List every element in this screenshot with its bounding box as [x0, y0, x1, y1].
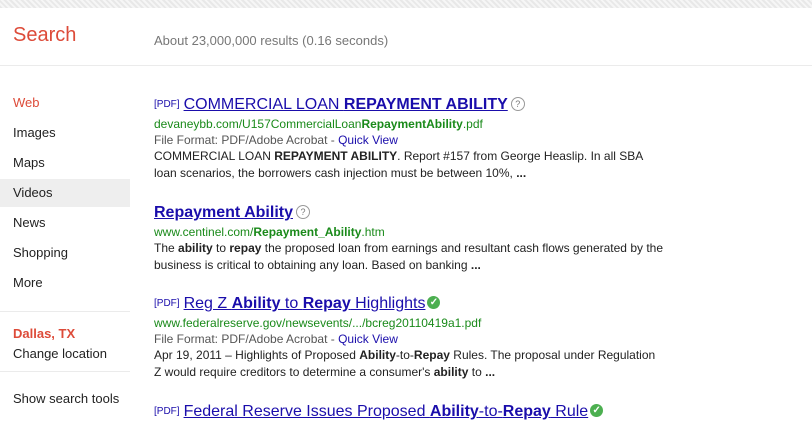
bold-text: ... [485, 365, 496, 379]
verified-icon: ✓ [427, 296, 441, 309]
bold-text: Ability [429, 403, 479, 420]
result-title-line: [PDF] COMMERCIAL LOAN REPAYMENT ABILITY? [154, 95, 664, 114]
pdf-badge: [PDF] [154, 298, 180, 309]
text-segment: Rule [550, 403, 589, 420]
file-format-label: File Format: PDF/Adobe Acrobat - [154, 133, 339, 147]
pdf-badge: [PDF] [154, 406, 180, 417]
sidebar-item-images[interactable]: Images [0, 119, 130, 147]
result-title-link[interactable]: Reg Z Ability to Repay Highlights [184, 295, 426, 312]
text-segment: COMMERCIAL LOAN [154, 149, 275, 163]
result-title-line: Repayment Ability? [154, 203, 664, 222]
top-stripe [0, 0, 812, 8]
text-segment: Highlights [350, 295, 426, 312]
quick-view-link[interactable]: Quick View [338, 332, 398, 346]
page-title: Search [13, 24, 77, 46]
result-stats: About 23,000,000 results (0.16 seconds) [154, 33, 389, 48]
bold-text: Ability [231, 295, 281, 312]
bold-text: Repayment Ability [154, 204, 293, 221]
verified-icon: ✓ [590, 404, 604, 417]
bold-text: ability [433, 365, 469, 379]
bold-text: Ability [359, 348, 396, 362]
result-meta: File Format: PDF/Adobe Acrobat - Quick V… [154, 331, 664, 347]
bold-text: ability [178, 241, 213, 255]
result-title-link[interactable]: COMMERCIAL LOAN REPAYMENT ABILITY [184, 96, 508, 113]
question-icon[interactable]: ? [510, 97, 525, 111]
change-location-link[interactable]: Change location [13, 346, 107, 361]
bold-text: Repayment_Ability [253, 225, 362, 239]
show-search-tools-link[interactable]: Show search tools [13, 391, 119, 406]
result-snippet: The ability to repay the proposed loan f… [154, 240, 664, 274]
text-segment: Federal Reserve Issues Proposed [183, 403, 430, 420]
text-segment: -to- [395, 348, 414, 362]
header: Search About 23,000,000 results (0.16 se… [0, 8, 812, 66]
file-format-label: File Format: PDF/Adobe Acrobat - [154, 332, 339, 346]
search-result: [PDF] COMMERCIAL LOAN REPAYMENT ABILITY? … [154, 95, 664, 182]
bold-text: Repay [502, 403, 551, 420]
result-snippet: Apr 19, 2011 – Highlights of Proposed Ab… [154, 347, 664, 381]
sidebar-item-maps[interactable]: Maps [0, 149, 130, 177]
quick-view-link[interactable]: Quick View [338, 133, 398, 147]
bold-text: ... [516, 166, 527, 180]
result-url: www.federalreserve.gov/newsevents/.../bc… [154, 315, 664, 331]
sidebar-item-more[interactable]: More [0, 269, 130, 297]
result-title-line: [PDF] Federal Reserve Issues Proposed Abi… [154, 402, 664, 421]
result-title-link[interactable]: Federal Reserve Issues Proposed Ability-… [184, 403, 589, 420]
text-segment: .htm [361, 225, 385, 239]
bold-text: Repay [413, 348, 450, 362]
sidebar-item-news[interactable]: News [0, 209, 130, 237]
text-segment: to [212, 241, 230, 255]
result-title-line: [PDF] Reg Z Ability to Repay Highlights ✓ [154, 294, 664, 313]
text-segment: Apr 19, 2011 – Highlights of Proposed [154, 348, 360, 362]
bold-text: ... [470, 258, 481, 272]
text-segment: to [280, 295, 303, 312]
bold-text: RepaymentAbility [361, 117, 463, 131]
search-result: [PDF] Federal Reserve Issues Proposed Abi… [154, 402, 664, 421]
sidebar-item-shopping[interactable]: Shopping [0, 239, 130, 267]
pdf-badge: [PDF] [154, 99, 180, 110]
result-meta: File Format: PDF/Adobe Acrobat - Quick V… [154, 132, 664, 148]
text-segment: COMMERCIAL LOAN [183, 96, 344, 113]
divider [0, 311, 130, 312]
text-segment: Reg Z [183, 295, 232, 312]
bold-text: repay [229, 241, 262, 255]
bold-text: REPAYMENT ABILITY [343, 96, 508, 113]
text-segment: -to- [478, 403, 503, 420]
text-segment: .pdf [462, 117, 483, 131]
question-icon[interactable]: ? [296, 205, 310, 219]
text-segment: devaneybb.com/U157CommercialLoan [154, 117, 362, 131]
result-title-link[interactable]: Repayment Ability [154, 204, 293, 221]
result-snippet: COMMERCIAL LOAN REPAYMENT ABILITY. Repor… [154, 148, 664, 182]
result-url: devaneybb.com/U157CommercialLoanRepaymen… [154, 116, 664, 132]
text-segment: www.centinel.com/ [154, 225, 254, 239]
search-result: Repayment Ability? www.centinel.com/Repa… [154, 203, 664, 274]
divider [0, 371, 130, 372]
bold-text: REPAYMENT ABILITY [274, 149, 398, 163]
sidebar-item-videos[interactable]: Videos [0, 179, 130, 207]
result-url: www.centinel.com/Repayment_Ability.htm [154, 224, 664, 240]
search-result: [PDF] Reg Z Ability to Repay Highlights ✓ … [154, 294, 664, 381]
text-segment: www.federalreserve.gov/newsevents/.../bc… [154, 316, 482, 330]
text-segment: The [154, 241, 179, 255]
text-segment: to [468, 365, 486, 379]
sidebar-item-web[interactable]: Web [0, 89, 130, 117]
location-city: Dallas, TX [13, 326, 76, 341]
bold-text: Repay [302, 295, 351, 312]
